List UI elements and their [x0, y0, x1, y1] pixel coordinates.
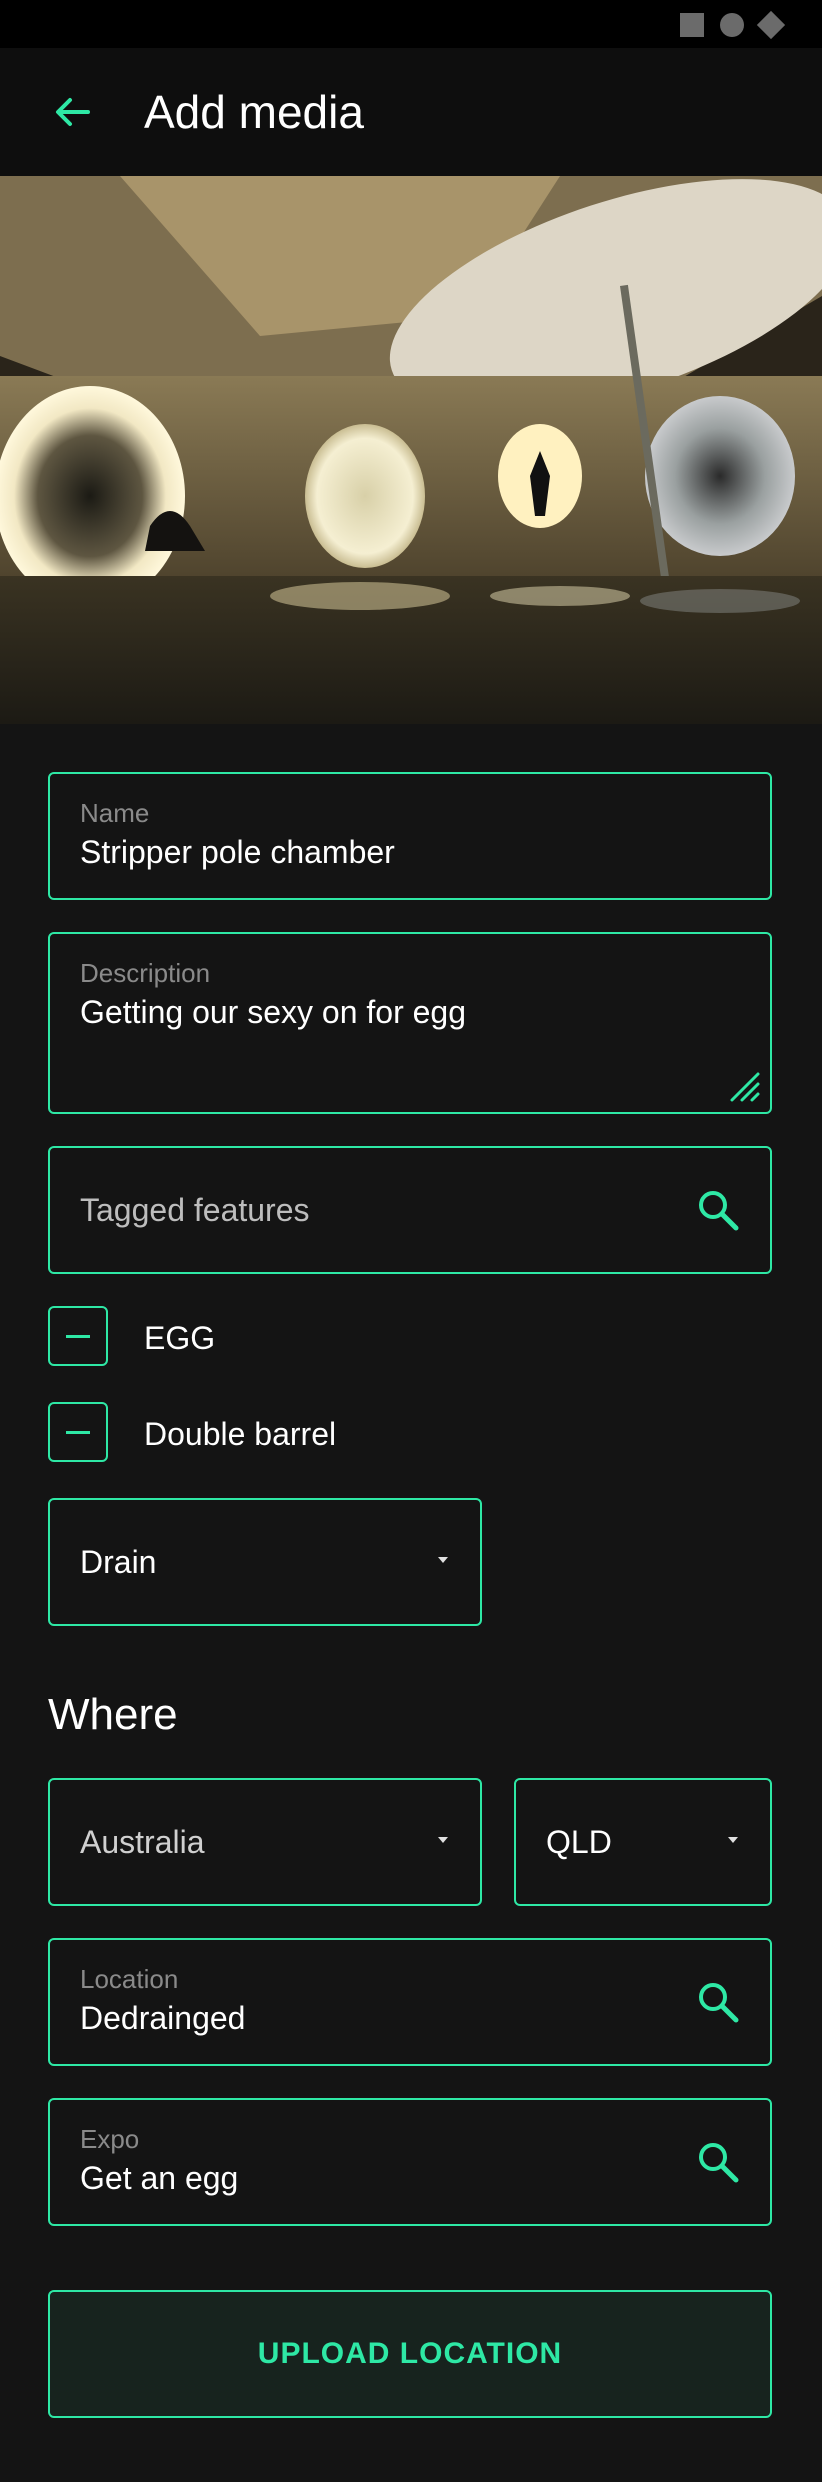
upload-location-label: UPLOAD LOCATION [257, 2337, 563, 2370]
country-select[interactable]: Australia [48, 1778, 482, 1906]
description-field[interactable]: Description Getting our sexy on for egg [48, 932, 772, 1114]
search-icon[interactable] [696, 2140, 740, 2184]
remove-tag-button[interactable] [48, 1402, 108, 1462]
tagged-features-field[interactable]: Tagged features [48, 1146, 772, 1274]
type-select-value: Drain [80, 1544, 157, 1580]
back-nav-icon [756, 10, 786, 40]
tagged-features-input[interactable]: Tagged features [80, 1192, 310, 1229]
resize-handle-icon[interactable] [728, 1070, 762, 1104]
expo-input[interactable]: Get an egg [80, 2160, 238, 2197]
dropdown-caret-icon [728, 1837, 738, 1843]
state-select[interactable]: QLD [514, 1778, 772, 1906]
location-label: Location [80, 1964, 179, 1994]
name-input[interactable]: Stripper pole chamber [80, 834, 395, 871]
recent-apps-icon [680, 13, 704, 37]
location-field[interactable]: Location Dedrainged [48, 1938, 772, 2066]
name-field[interactable]: Name Stripper pole chamber [48, 772, 772, 900]
name-label: Name [80, 798, 150, 828]
media-preview-image[interactable] [0, 176, 822, 724]
tag-label: Double barrel [144, 1416, 337, 1452]
country-select-value: Australia [80, 1824, 205, 1860]
tag-label: EGG [144, 1320, 216, 1356]
dropdown-caret-icon [438, 1837, 448, 1843]
expo-field[interactable]: Expo Get an egg [48, 2098, 772, 2226]
description-input[interactable]: Getting our sexy on for egg [80, 994, 466, 1031]
home-icon [720, 13, 744, 37]
location-input[interactable]: Dedrainged [80, 2000, 245, 2037]
search-icon[interactable] [696, 1188, 740, 1232]
remove-tag-button[interactable] [48, 1306, 108, 1366]
app-bar: Add media [0, 48, 822, 176]
expo-label: Expo [80, 2124, 140, 2154]
status-bar [0, 0, 822, 48]
description-label: Description [80, 958, 211, 988]
state-select-value: QLD [546, 1824, 612, 1860]
arrow-back-icon[interactable] [48, 88, 96, 136]
upload-location-button[interactable]: UPLOAD LOCATION [48, 2290, 772, 2418]
dropdown-caret-icon [438, 1557, 448, 1563]
type-select[interactable]: Drain [48, 1498, 482, 1626]
page-title: Add media [144, 86, 364, 138]
search-icon[interactable] [696, 1980, 740, 2024]
where-heading: Where [48, 1690, 178, 1739]
